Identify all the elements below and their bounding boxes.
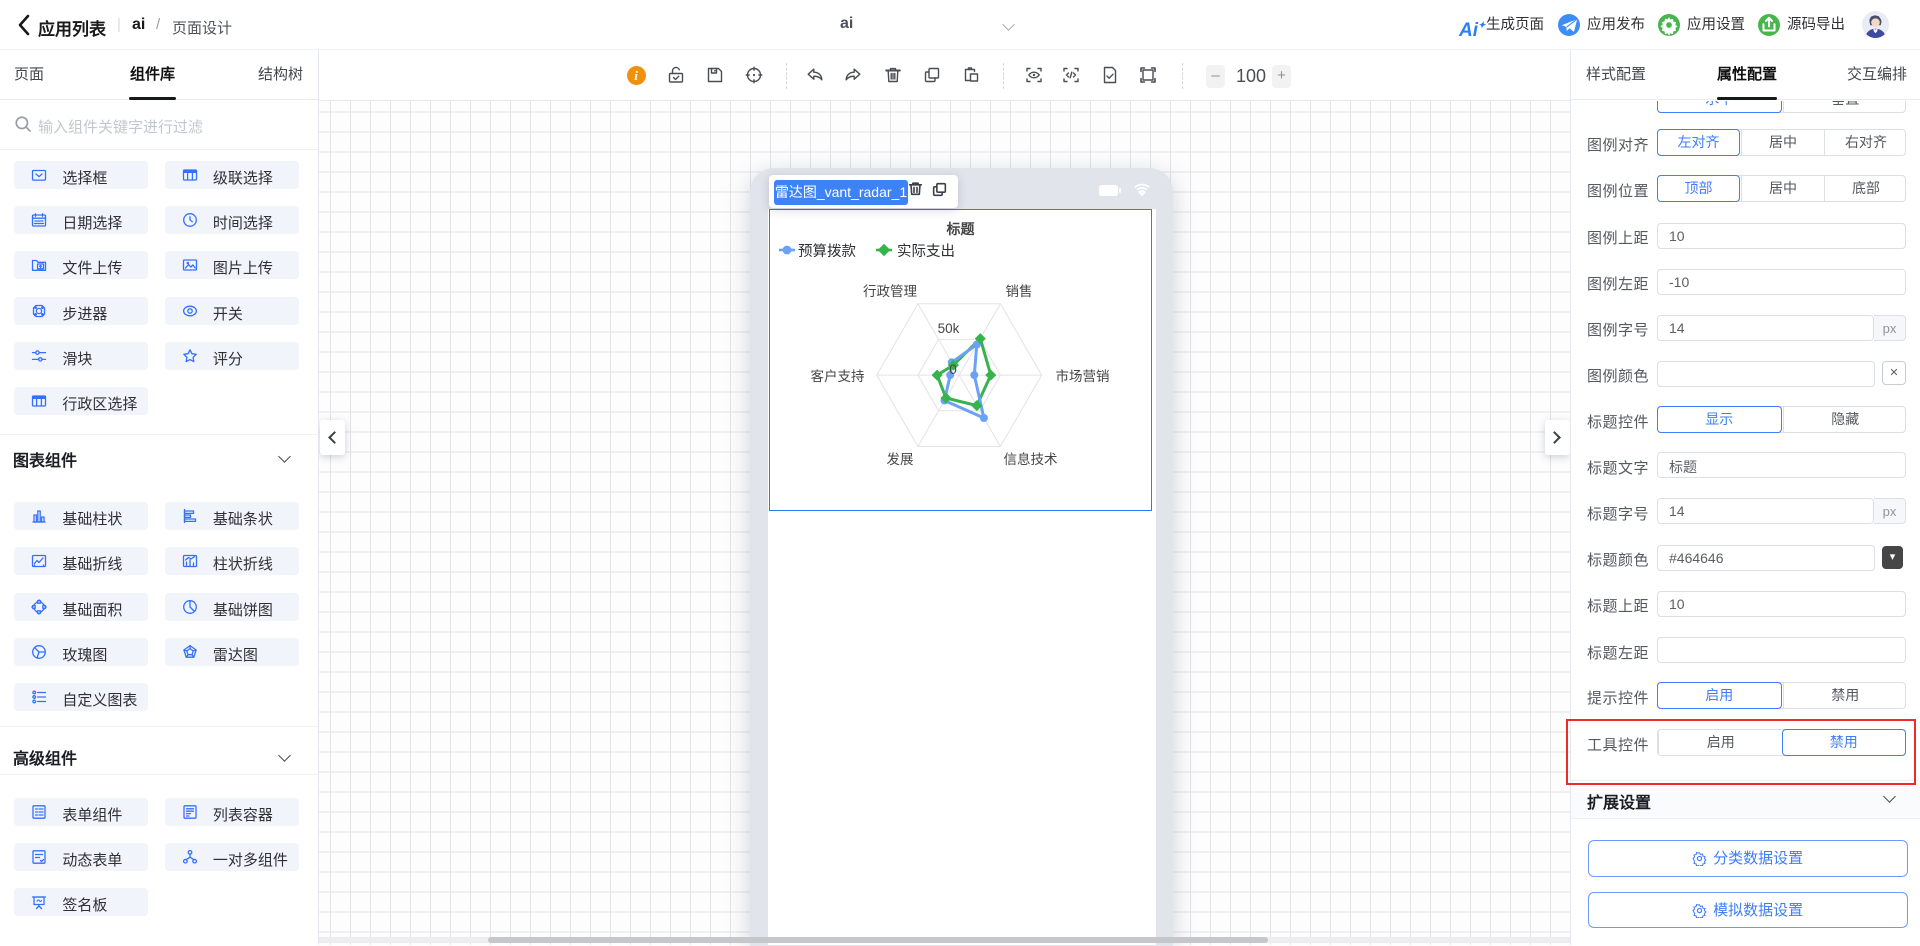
svg-text:行政管理: 行政管理 (863, 284, 917, 299)
svg-text:发展: 发展 (887, 452, 914, 467)
svg-text:50k: 50k (938, 321, 960, 336)
svg-text:0: 0 (950, 362, 958, 377)
svg-text:信息技术: 信息技术 (1004, 451, 1058, 467)
svg-text:销售: 销售 (1006, 284, 1033, 299)
svg-text:客户支持: 客户支持 (811, 368, 865, 384)
svg-text:市场营销: 市场营销 (1056, 368, 1110, 384)
